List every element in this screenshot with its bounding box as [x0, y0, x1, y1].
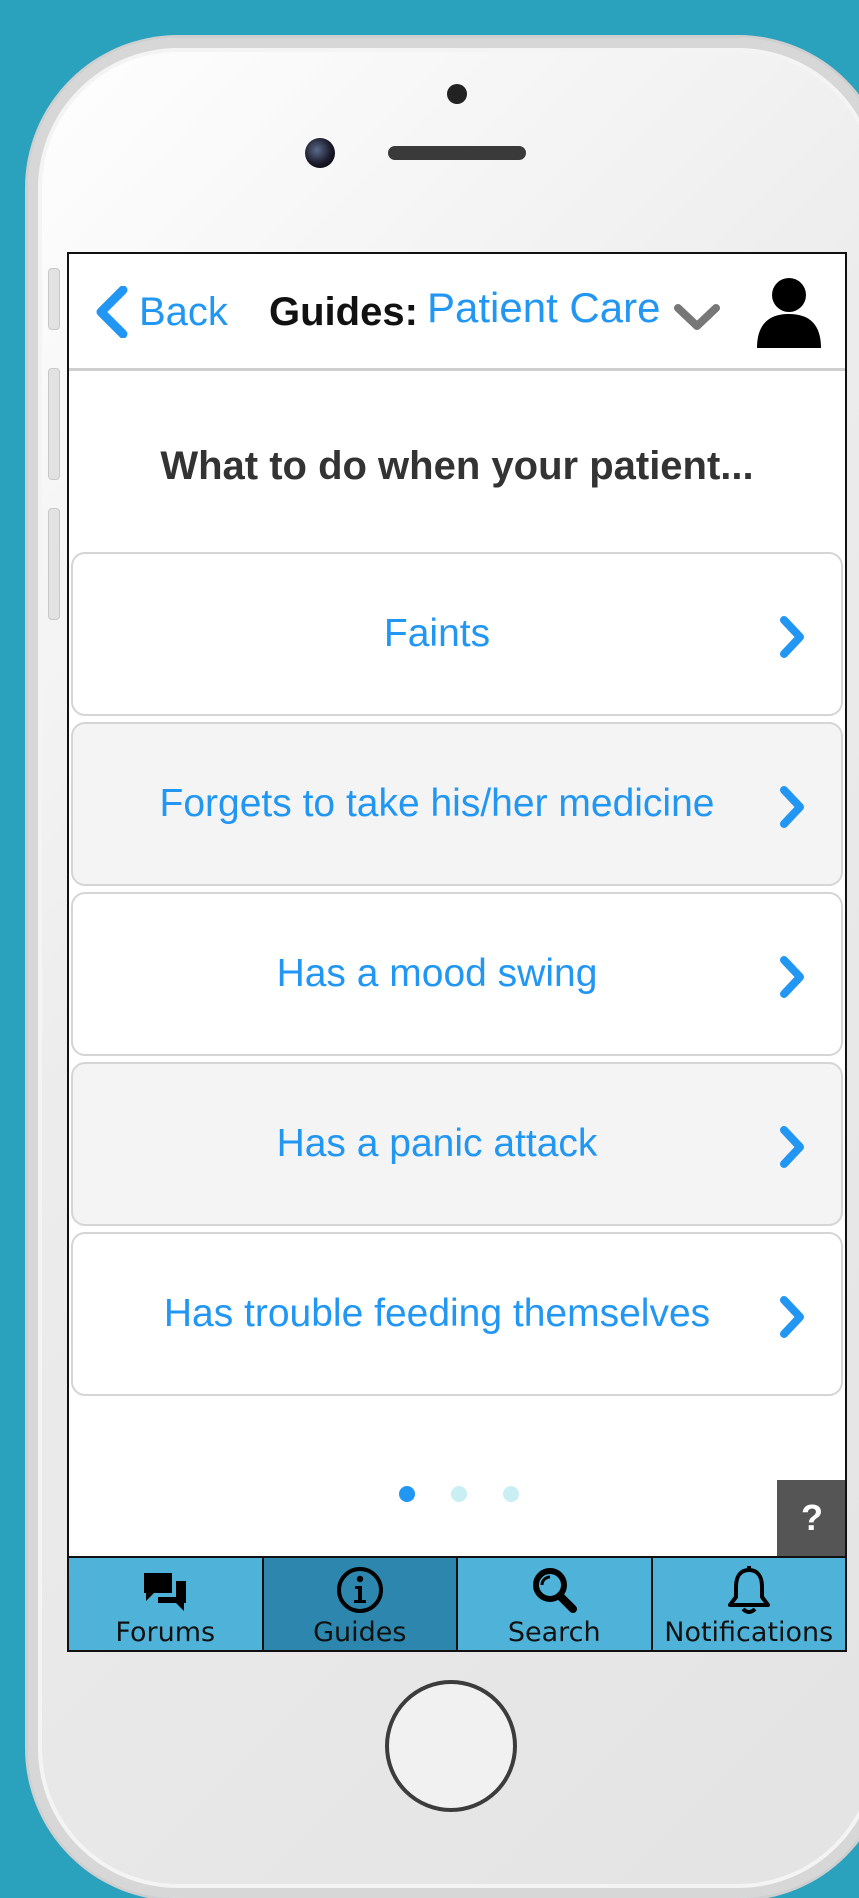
app-screen: Back Guides: Patient Care What to do whe…: [67, 252, 847, 1652]
bottom-tab-bar: Forums Guides Search Notifications: [69, 1556, 845, 1650]
proximity-sensor: [447, 84, 467, 104]
home-button[interactable]: [385, 1680, 517, 1812]
list-item[interactable]: Has a panic attack: [71, 1062, 843, 1226]
help-button[interactable]: ?: [777, 1480, 845, 1556]
tab-label: Guides: [313, 1617, 407, 1648]
list-item[interactable]: Has a mood swing: [71, 892, 843, 1056]
list-item[interactable]: Has trouble feeding themselves: [71, 1232, 843, 1396]
chevron-right-icon: [780, 1296, 804, 1338]
list-item-label: Forgets to take his/her medicine: [159, 782, 715, 825]
user-profile-icon[interactable]: [755, 276, 823, 350]
guide-list: Faints Forgets to take his/her medicine …: [71, 552, 845, 1402]
back-label: Back: [139, 289, 228, 334]
tab-label: Notifications: [664, 1617, 834, 1648]
page-heading: What to do when your patient...: [160, 444, 754, 488]
page-dot[interactable]: [451, 1486, 467, 1502]
list-item-label: Faints: [383, 612, 491, 655]
chevron-left-icon: [96, 286, 128, 338]
volume-down-button: [48, 508, 60, 620]
tab-search[interactable]: Search: [458, 1558, 653, 1650]
list-item[interactable]: Faints: [71, 552, 843, 716]
list-item-label: Has a panic attack: [276, 1122, 598, 1165]
volume-up-button: [48, 368, 60, 480]
chevron-right-icon: [780, 786, 804, 828]
tab-guides[interactable]: Guides: [263, 1558, 458, 1650]
chevron-down-icon[interactable]: [673, 302, 721, 332]
list-item[interactable]: Forgets to take his/her medicine: [71, 722, 843, 886]
guide-category-select[interactable]: Patient Care: [427, 284, 660, 332]
page-dot[interactable]: [503, 1486, 519, 1502]
chevron-right-icon: [780, 956, 804, 998]
guides-label: Guides:: [269, 290, 418, 334]
magnifier-icon: [533, 1568, 578, 1613]
mute-switch: [48, 268, 60, 330]
page-dot-active[interactable]: [399, 1486, 415, 1502]
tab-notifications[interactable]: Notifications: [652, 1558, 845, 1650]
tab-label: Search: [507, 1617, 601, 1648]
list-item-label: Has a mood swing: [276, 952, 598, 995]
info-icon: [336, 1567, 383, 1613]
list-item-label: Has trouble feeding themselves: [163, 1292, 711, 1335]
tab-forums[interactable]: Forums: [69, 1558, 264, 1650]
chevron-right-icon: [780, 1126, 804, 1168]
top-bar: Back Guides: Patient Care: [69, 254, 845, 371]
bell-icon: [727, 1566, 770, 1614]
tab-label: Forums: [115, 1617, 216, 1648]
front-camera: [305, 138, 335, 168]
chat-bubbles-icon: [144, 1573, 187, 1611]
back-button[interactable]: Back: [95, 284, 228, 340]
page-indicator: [399, 1486, 519, 1502]
chevron-right-icon: [780, 616, 804, 658]
earpiece-speaker: [388, 146, 526, 160]
